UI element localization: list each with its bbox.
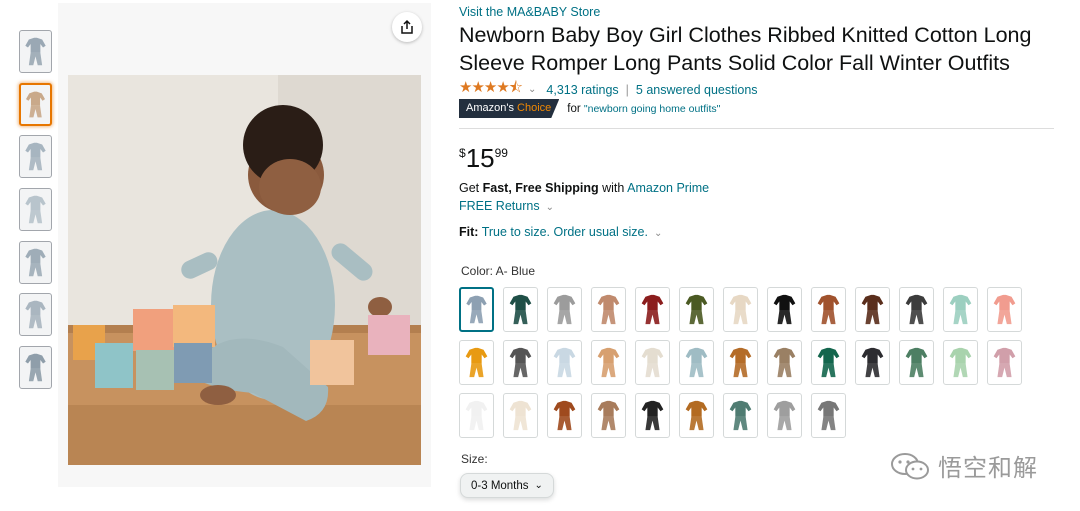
thumbnail-strip <box>19 30 55 399</box>
thumbnail-4[interactable] <box>19 188 52 232</box>
watermark-text: 悟空和解 <box>938 455 1038 482</box>
color-label: Color: A- Blue <box>461 264 536 278</box>
color-swatch[interactable] <box>459 287 494 332</box>
color-swatch[interactable] <box>723 340 758 385</box>
chevron-down-icon[interactable]: ⌄ <box>654 228 662 239</box>
ratings-count-link[interactable]: 4,313 ratings <box>546 83 618 97</box>
shipping-mid: with <box>598 181 628 195</box>
thumbnail-6[interactable] <box>19 293 52 337</box>
color-swatch[interactable] <box>855 340 890 385</box>
shipping-pre: Get <box>459 181 483 195</box>
wechat-icon <box>891 452 929 479</box>
thumbnail-2[interactable] <box>19 82 52 126</box>
chevron-down-icon[interactable]: ⌄ <box>528 84 536 95</box>
price-fraction: 99 <box>494 146 508 160</box>
color-swatch[interactable] <box>899 287 934 332</box>
prime-link[interactable]: Amazon Prime <box>627 181 709 195</box>
color-swatch[interactable] <box>723 287 758 332</box>
color-swatch[interactable] <box>899 340 934 385</box>
thumbnail-5[interactable] <box>19 240 52 284</box>
watermark: 悟空和解 <box>890 448 1038 483</box>
color-swatch[interactable] <box>635 340 670 385</box>
color-swatch[interactable] <box>547 340 582 385</box>
color-swatch[interactable] <box>767 393 802 438</box>
price-whole: 15 <box>465 143 495 173</box>
color-swatch[interactable] <box>855 287 890 332</box>
shipping-fast: Fast, Free Shipping <box>482 181 599 195</box>
size-label: Size: <box>461 452 488 466</box>
color-swatch[interactable] <box>503 287 538 332</box>
color-swatch[interactable] <box>811 340 846 385</box>
fit-info[interactable]: Fit: True to size. Order usual size. ⌄ <box>459 225 672 239</box>
fit-value-link[interactable]: True to size. Order usual size. <box>482 225 648 239</box>
thumbnail-7[interactable] <box>19 346 52 390</box>
thumbnail-3[interactable] <box>19 135 52 179</box>
chevron-down-icon[interactable]: ⌄ <box>546 202 554 213</box>
badge-highlight: Choice <box>517 102 552 114</box>
badge-for-text: for <box>567 102 581 115</box>
color-swatch[interactable] <box>767 287 802 332</box>
price: $1599 <box>459 143 508 174</box>
color-swatch[interactable] <box>459 340 494 385</box>
fit-label: Fit: <box>459 225 479 239</box>
store-link[interactable]: Visit the MA&BABY Store <box>459 5 600 19</box>
shipping-info: Get Fast, Free Shipping with Amazon Prim… <box>459 181 709 195</box>
color-swatch[interactable] <box>547 393 582 438</box>
color-swatch[interactable] <box>503 393 538 438</box>
badge-prefix: Amazon's <box>466 102 518 114</box>
color-swatch[interactable] <box>811 393 846 438</box>
free-returns-link[interactable]: FREE Returns <box>459 199 540 213</box>
color-swatch[interactable] <box>987 340 1022 385</box>
color-swatch[interactable] <box>591 287 626 332</box>
color-swatch[interactable] <box>723 393 758 438</box>
price-currency: $ <box>459 146 466 160</box>
product-title: Newborn Baby Boy Girl Clothes Ribbed Kni… <box>459 23 1032 75</box>
divider <box>459 128 1054 129</box>
thumbnail-1[interactable] <box>19 30 52 73</box>
color-swatch[interactable] <box>503 340 538 385</box>
color-swatch[interactable] <box>459 393 494 438</box>
color-swatch[interactable] <box>591 393 626 438</box>
color-swatch[interactable] <box>635 287 670 332</box>
separator: | <box>625 82 629 97</box>
share-button[interactable] <box>392 12 422 42</box>
color-swatch[interactable] <box>679 393 714 438</box>
color-swatch[interactable] <box>811 287 846 332</box>
badge-query-link[interactable]: "newborn going home outfits" <box>584 103 720 115</box>
color-swatch[interactable] <box>679 287 714 332</box>
size-dropdown[interactable]: 0-3 Months ⌄ <box>460 473 554 498</box>
color-swatch[interactable] <box>943 287 978 332</box>
color-swatch[interactable] <box>943 340 978 385</box>
chevron-down-icon: ⌄ <box>534 480 543 491</box>
color-swatch[interactable] <box>547 287 582 332</box>
amazons-choice-badge: Amazon's Choice <box>459 99 559 118</box>
amazons-choice-row: Amazon's Choice for "newborn going home … <box>459 99 720 118</box>
answered-questions-link[interactable]: 5 answered questions <box>636 83 758 97</box>
color-swatch[interactable] <box>591 340 626 385</box>
color-swatch[interactable] <box>635 393 670 438</box>
color-swatch[interactable] <box>987 287 1022 332</box>
color-swatch[interactable] <box>679 340 714 385</box>
free-returns[interactable]: FREE Returns ⌄ <box>459 199 564 213</box>
size-selected-value: 0-3 Months <box>471 479 529 492</box>
main-product-image[interactable] <box>68 75 421 465</box>
color-swatch[interactable] <box>767 340 802 385</box>
share-icon <box>401 19 413 34</box>
